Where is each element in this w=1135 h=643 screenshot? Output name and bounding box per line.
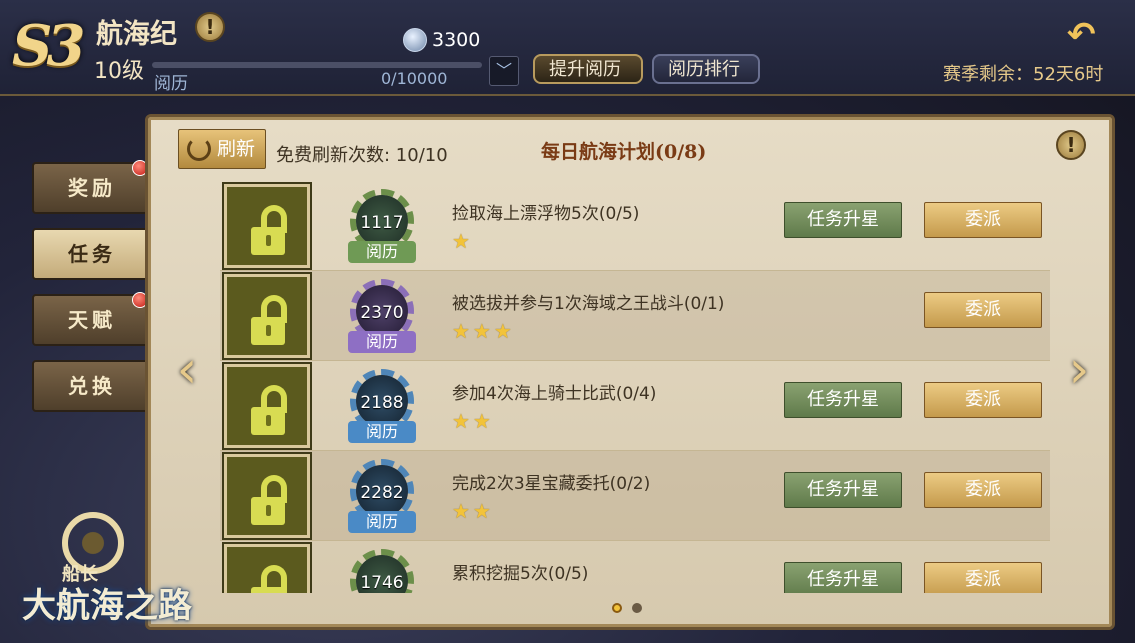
unlock-slot[interactable] — [222, 272, 312, 360]
star-rating: ★★ — [452, 409, 494, 433]
task-row: 2370 阅历 被选拔并参与1次海域之王战斗(0/1) ★★★ 委派 — [220, 271, 1050, 361]
tab-exchange[interactable]: 兑换 — [32, 360, 152, 412]
season-badge: S3 — [12, 13, 85, 79]
dispatch-button[interactable]: 委派 — [924, 202, 1042, 238]
reward-unit: 阅历 — [348, 511, 416, 533]
tab-label: 奖励 — [68, 176, 116, 200]
reward-unit: 阅历 — [348, 241, 416, 263]
task-star-up-button[interactable]: 任务升星 — [784, 562, 902, 593]
free-refresh-count: 免费刷新次数: 10/10 — [276, 145, 448, 166]
season-remaining: 赛季剩余：52天6时 — [943, 64, 1104, 85]
exp-reward-medal: 1117 阅历 — [342, 187, 422, 267]
page-dot-active[interactable] — [612, 603, 622, 613]
exp-label: 阅历 — [154, 74, 188, 94]
task-star-up-button[interactable]: 任务升星 — [784, 382, 902, 418]
tab-tasks[interactable]: 任务 — [32, 228, 152, 280]
tab-rewards[interactable]: 奖励 — [32, 160, 152, 214]
page-title: 航海纪 — [96, 19, 177, 50]
exp-rank-button[interactable]: 阅历排行 — [652, 54, 760, 84]
task-panel: 刷新 免费刷新次数: 10/10 每日航海计划(0/8) ! 1117 阅历 捡… — [145, 114, 1115, 630]
reward-value: 2188 — [360, 393, 404, 413]
chevron-down-icon[interactable]: ﹀ — [489, 56, 519, 86]
dispatch-button[interactable]: 委派 — [924, 292, 1042, 328]
exp-progress-bar — [152, 62, 482, 68]
reward-unit: 阅历 — [348, 421, 416, 443]
page-indicator — [612, 603, 662, 615]
currency-value: 3300 — [432, 29, 481, 51]
tab-label: 任务 — [68, 242, 116, 266]
exp-value: 0/10000 — [381, 69, 448, 88]
exp-reward-medal: 1746 阅历 — [342, 547, 422, 593]
logo-title: 大航海之路 — [22, 586, 192, 626]
unlock-slot[interactable] — [222, 182, 312, 270]
task-row: 2188 阅历 参加4次海上骑士比武(0/4) ★★ 任务升星 委派 — [220, 361, 1050, 451]
tab-talent[interactable]: 天赋 — [32, 292, 152, 346]
game-logo: 船长 大航海之路 — [16, 512, 216, 636]
top-bar: S3 航海纪 ! 10级 3300 阅历 0/10000 ﹀ 提升阅历 阅历排行… — [0, 0, 1135, 96]
page-dot[interactable] — [632, 603, 642, 613]
task-list: 1117 阅历 捡取海上漂浮物5次(0/5) ★ 任务升星 委派 2370 阅历… — [220, 181, 1050, 593]
reward-value: 1117 — [360, 213, 404, 233]
player-level: 10级 — [94, 59, 144, 84]
tab-label: 天赋 — [68, 308, 116, 332]
reward-value: 2282 — [360, 483, 404, 503]
unlock-slot[interactable] — [222, 542, 312, 593]
silver-coin-icon — [403, 28, 427, 52]
reward-unit: 阅历 — [348, 331, 416, 353]
info-icon[interactable]: ! — [195, 12, 225, 42]
exp-reward-medal: 2188 阅历 — [342, 367, 422, 447]
tab-label: 兑换 — [68, 374, 116, 398]
task-name: 完成2次3星宝藏委托(0/2) — [452, 474, 651, 494]
unlock-slot[interactable] — [222, 362, 312, 450]
dispatch-button[interactable]: 委派 — [924, 562, 1042, 593]
reward-value: 2370 — [360, 303, 404, 323]
task-name: 参加4次海上骑士比武(0/4) — [452, 384, 657, 404]
task-name: 捡取海上漂浮物5次(0/5) — [452, 204, 640, 224]
prev-page-arrow-icon[interactable]: ‹ — [172, 340, 202, 400]
dispatch-button[interactable]: 委派 — [924, 472, 1042, 508]
info-icon[interactable]: ! — [1056, 130, 1086, 160]
task-star-up-button[interactable]: 任务升星 — [784, 202, 902, 238]
refresh-icon — [187, 137, 211, 161]
next-page-arrow-icon[interactable]: › — [1064, 340, 1094, 400]
star-rating: ★★ — [452, 499, 494, 523]
task-row: 1117 阅历 捡取海上漂浮物5次(0/5) ★ 任务升星 委派 — [220, 181, 1050, 271]
upgrade-exp-button[interactable]: 提升阅历 — [533, 54, 643, 84]
plan-title: 每日航海计划(0/8) — [541, 141, 707, 163]
exp-reward-medal: 2370 阅历 — [342, 277, 422, 357]
reward-value: 1746 — [360, 573, 404, 593]
task-row: 2282 阅历 完成2次3星宝藏委托(0/2) ★★ 任务升星 委派 — [220, 451, 1050, 541]
star-rating: ★★★ — [452, 319, 515, 343]
refresh-label: 刷新 — [217, 138, 256, 160]
exp-reward-medal: 2282 阅历 — [342, 457, 422, 537]
refresh-button[interactable]: 刷新 — [178, 129, 266, 169]
dispatch-button[interactable]: 委派 — [924, 382, 1042, 418]
unlock-slot[interactable] — [222, 452, 312, 540]
task-row: 1746 阅历 累积挖掘5次(0/5) ★ 任务升星 委派 — [220, 541, 1050, 593]
star-rating: ★ — [452, 589, 473, 593]
task-star-up-button[interactable]: 任务升星 — [784, 472, 902, 508]
task-name: 累积挖掘5次(0/5) — [452, 564, 589, 584]
back-arrow-icon[interactable]: ↶ — [1067, 18, 1107, 54]
star-rating: ★ — [452, 229, 473, 253]
task-name: 被选拔并参与1次海域之王战斗(0/1) — [452, 294, 725, 314]
